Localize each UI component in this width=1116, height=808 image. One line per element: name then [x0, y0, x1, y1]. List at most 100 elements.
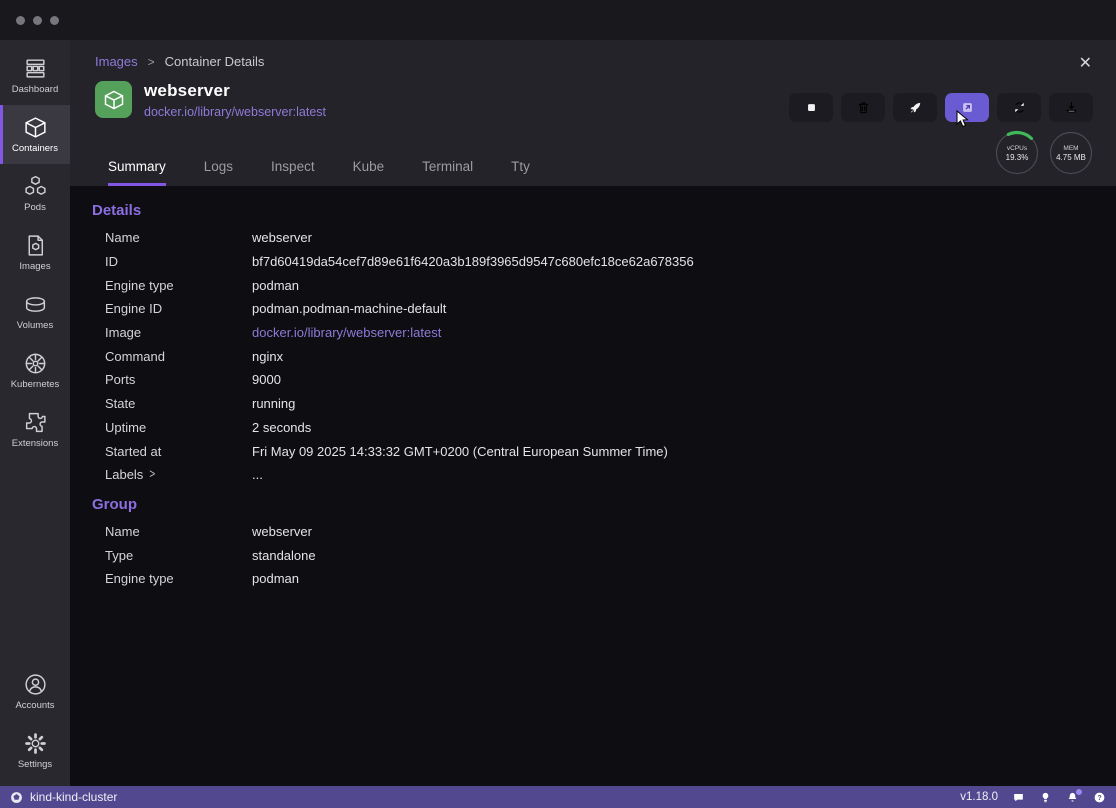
sidebar-item-label: Containers [12, 143, 58, 154]
detail-label: Engine type [105, 571, 252, 586]
detail-value: 2 seconds [252, 420, 311, 435]
tab-bar: Summary Logs Inspect Kube Terminal Tty [108, 159, 530, 186]
sidebar-item-containers[interactable]: Containers [0, 105, 70, 164]
detail-row: Namewebserver [92, 520, 1116, 544]
export-button[interactable] [1049, 93, 1093, 122]
dashboard-icon [23, 56, 48, 81]
container-details-panel: Images > Container Details ✕ webserver d… [70, 40, 1116, 786]
sidebar-item-volumes[interactable]: Volumes [0, 282, 70, 341]
detail-value: podman.podman-machine-default [252, 301, 446, 316]
detail-label[interactable]: Labels> [105, 467, 252, 482]
deploy-rocket-button[interactable] [893, 93, 937, 122]
detail-label: Type [105, 548, 252, 563]
sidebar-item-label: Volumes [17, 320, 53, 331]
containers-icon [23, 115, 48, 140]
sidebar-item-accounts[interactable]: Accounts [0, 662, 70, 721]
chevron-right-icon[interactable]: > [149, 468, 155, 482]
detail-value: ... [252, 467, 263, 482]
breadcrumb-separator: > [148, 55, 155, 69]
window-minimize-dot[interactable] [33, 16, 42, 25]
sidebar-item-settings[interactable]: Settings [0, 721, 70, 780]
status-icons: ? [1012, 791, 1106, 804]
detail-row: Engine typepodman [92, 273, 1116, 297]
detail-value-link[interactable]: docker.io/library/webserver:latest [252, 325, 441, 340]
status-bar: kind-kind-cluster v1.18.0 ? [0, 786, 1116, 808]
image-link[interactable]: docker.io/library/webserver:latest [144, 105, 326, 119]
detail-row: Engine IDpodman.podman-machine-default [92, 297, 1116, 321]
kube-context-button[interactable]: kind-kind-cluster [10, 790, 117, 804]
sidebar-item-kubernetes[interactable]: Kubernetes [0, 341, 70, 400]
tab-terminal[interactable]: Terminal [422, 159, 473, 186]
tab-inspect[interactable]: Inspect [271, 159, 315, 186]
sidebar-item-label: Dashboard [12, 84, 58, 95]
resource-gauges: vCPUs19.3%MEM4.75 MB [994, 130, 1094, 176]
detail-value: nginx [252, 349, 283, 364]
notification-badge [1076, 789, 1082, 795]
tab-logs[interactable]: Logs [204, 159, 233, 186]
detail-value: bf7d60419da54cef7d89e61f6420a3b189f3965d… [252, 254, 694, 269]
sidebar-item-label: Accounts [15, 700, 54, 711]
sidebar-item-dashboard[interactable]: Dashboard [0, 46, 70, 105]
breadcrumb-current: Container Details [165, 54, 265, 69]
pods-icon [23, 174, 48, 199]
open-browser-button[interactable] [945, 93, 989, 122]
sidebar-item-pods[interactable]: Pods [0, 164, 70, 223]
window-zoom-dot[interactable] [50, 16, 59, 25]
detail-label: Image [105, 325, 252, 340]
detail-row: Started atFri May 09 2025 14:33:32 GMT+0… [92, 439, 1116, 463]
stop-button[interactable] [789, 93, 833, 122]
detail-value: podman [252, 278, 299, 293]
delete-icon [856, 100, 871, 115]
delete-button[interactable] [841, 93, 885, 122]
tab-tty[interactable]: Tty [511, 159, 530, 186]
detail-value: running [252, 396, 295, 411]
close-icon[interactable]: ✕ [1079, 56, 1092, 72]
detail-value: webserver [252, 524, 312, 539]
tab-kube[interactable]: Kube [353, 159, 385, 186]
images-icon [23, 233, 48, 258]
detail-value: webserver [252, 230, 312, 245]
detail-value: podman [252, 571, 299, 586]
sidebar-item-label: Settings [18, 759, 52, 770]
stop-icon [804, 100, 819, 115]
detail-row: Commandnginx [92, 344, 1116, 368]
restart-button[interactable] [997, 93, 1041, 122]
feedback-icon [1012, 791, 1025, 804]
lightbulb-button[interactable] [1039, 791, 1052, 804]
sidebar-item-label: Images [19, 261, 50, 272]
detail-value: Fri May 09 2025 14:33:32 GMT+0200 (Centr… [252, 444, 668, 459]
svg-text:?: ? [1097, 794, 1101, 801]
gauge-label: MEM [1063, 145, 1078, 152]
help-button[interactable]: ? [1093, 791, 1106, 804]
section-heading: Details [92, 202, 1116, 219]
feedback-button[interactable] [1012, 791, 1025, 804]
window-close-dot[interactable] [16, 16, 25, 25]
section-details: DetailsNamewebserverIDbf7d60419da54cef7d… [92, 202, 1116, 487]
sidebar-bottom-nav: Accounts Settings [0, 662, 70, 786]
sidebar-item-extensions[interactable]: Extensions [0, 400, 70, 459]
tab-summary[interactable]: Summary [108, 159, 166, 186]
gauge-value: 4.75 MB [1056, 153, 1086, 162]
settings-icon [23, 731, 48, 756]
window-titlebar [0, 0, 1116, 40]
container-status-badge [95, 81, 132, 118]
summary-content: DetailsNamewebserverIDbf7d60419da54cef7d… [70, 186, 1116, 786]
lightbulb-icon [1039, 791, 1052, 804]
section-group: GroupNamewebserverTypestandaloneEngine t… [92, 496, 1116, 591]
detail-label: Started at [105, 444, 252, 459]
sidebar-item-images[interactable]: Images [0, 223, 70, 282]
kube-context-label: kind-kind-cluster [30, 790, 117, 804]
toolbar [789, 93, 1093, 122]
breadcrumb-images-link[interactable]: Images [95, 54, 138, 69]
page-title: webserver [144, 81, 326, 101]
detail-row: Typestandalone [92, 543, 1116, 567]
bell-button[interactable] [1066, 791, 1079, 804]
sidebar: Dashboard Containers Pods Images Volumes Kube… [0, 40, 70, 786]
detail-row: Engine typepodman [92, 567, 1116, 591]
help-icon: ? [1093, 791, 1106, 804]
detail-row: Ports9000 [92, 368, 1116, 392]
gauge-label: vCPUs [1007, 145, 1027, 152]
kubernetes-icon [23, 351, 48, 376]
export-icon [1064, 100, 1079, 115]
detail-label: Engine ID [105, 301, 252, 316]
